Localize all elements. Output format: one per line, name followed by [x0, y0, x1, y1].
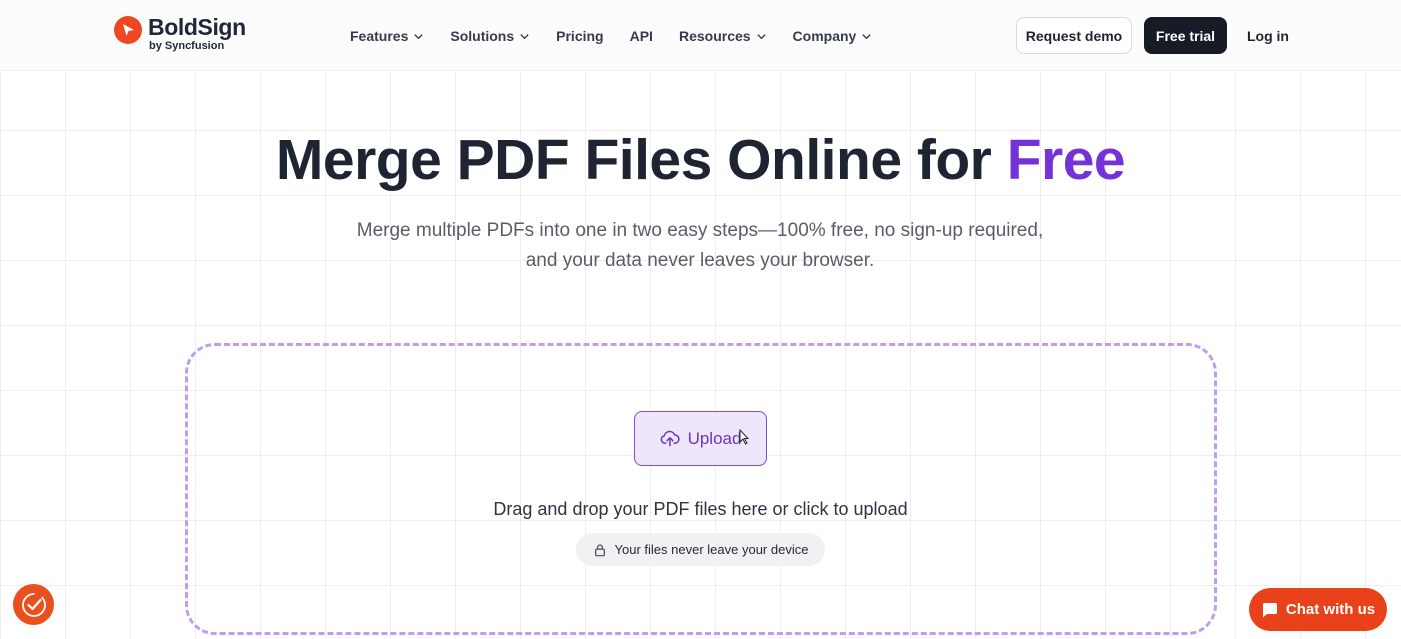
nav-label: Pricing: [556, 28, 604, 44]
lock-icon: [594, 543, 605, 556]
nav-item-solutions[interactable]: Solutions: [437, 28, 543, 44]
privacy-notice: Your files never leave your device: [576, 533, 825, 566]
privacy-notice-text: Your files never leave your device: [614, 542, 809, 557]
nav-item-features[interactable]: Features: [337, 28, 437, 44]
chevron-down-icon: [756, 33, 766, 39]
drag-drop-instructions: Drag and drop your PDF files here or cli…: [493, 499, 908, 519]
page-title: Merge PDF Files Online for Free: [0, 125, 1401, 195]
cloud-upload-icon: [660, 430, 680, 446]
nav-item-company[interactable]: Company: [780, 28, 886, 44]
free-trial-button[interactable]: Free trial: [1144, 17, 1227, 54]
request-demo-button[interactable]: Request demo: [1016, 17, 1132, 54]
brand-byline: by Syncfusion: [149, 40, 225, 52]
chevron-down-icon: [862, 33, 871, 39]
main-nav: Features Solutions Pricing API Resources…: [337, 22, 885, 50]
nav-label: API: [629, 28, 653, 44]
login-link[interactable]: Log in: [1240, 17, 1296, 54]
chat-button-label: Chat with us: [1285, 601, 1376, 618]
nav-label: Resources: [678, 28, 751, 44]
check-badge-icon: [21, 592, 46, 617]
chevron-down-icon: [414, 33, 424, 39]
brand-logo[interactable]: BoldSign by Syncfusion: [114, 15, 246, 57]
check-badge-button[interactable]: [13, 584, 54, 625]
nav-item-api[interactable]: API: [617, 28, 666, 44]
nav-item-pricing[interactable]: Pricing: [543, 28, 616, 44]
title-accent: Free: [1006, 128, 1126, 192]
brand-name: BoldSign: [148, 14, 246, 40]
chevron-down-icon: [520, 33, 529, 39]
site-header: BoldSign by Syncfusion Features Solution…: [0, 0, 1401, 71]
title-main: Merge PDF Files Online for: [275, 128, 1007, 192]
chat-bubble-icon: [1262, 602, 1277, 617]
file-dropzone[interactable]: [185, 343, 1217, 635]
nav-label: Features: [350, 28, 409, 44]
nav-label: Solutions: [450, 28, 515, 44]
mouse-cursor-icon: [739, 429, 749, 445]
subtitle-line-1: Merge multiple PDFs into one in two easy…: [356, 220, 1044, 241]
page-subtitle: Merge multiple PDFs into one in two easy…: [300, 216, 1100, 276]
upload-button-label: Upload: [687, 428, 742, 448]
subtitle-line-2: and your data never leaves your browser.: [525, 250, 875, 271]
boldsign-logo-icon: [114, 16, 142, 44]
chat-with-us-button[interactable]: Chat with us: [1249, 588, 1387, 631]
nav-item-resources[interactable]: Resources: [666, 28, 780, 44]
nav-label: Company: [792, 28, 857, 44]
